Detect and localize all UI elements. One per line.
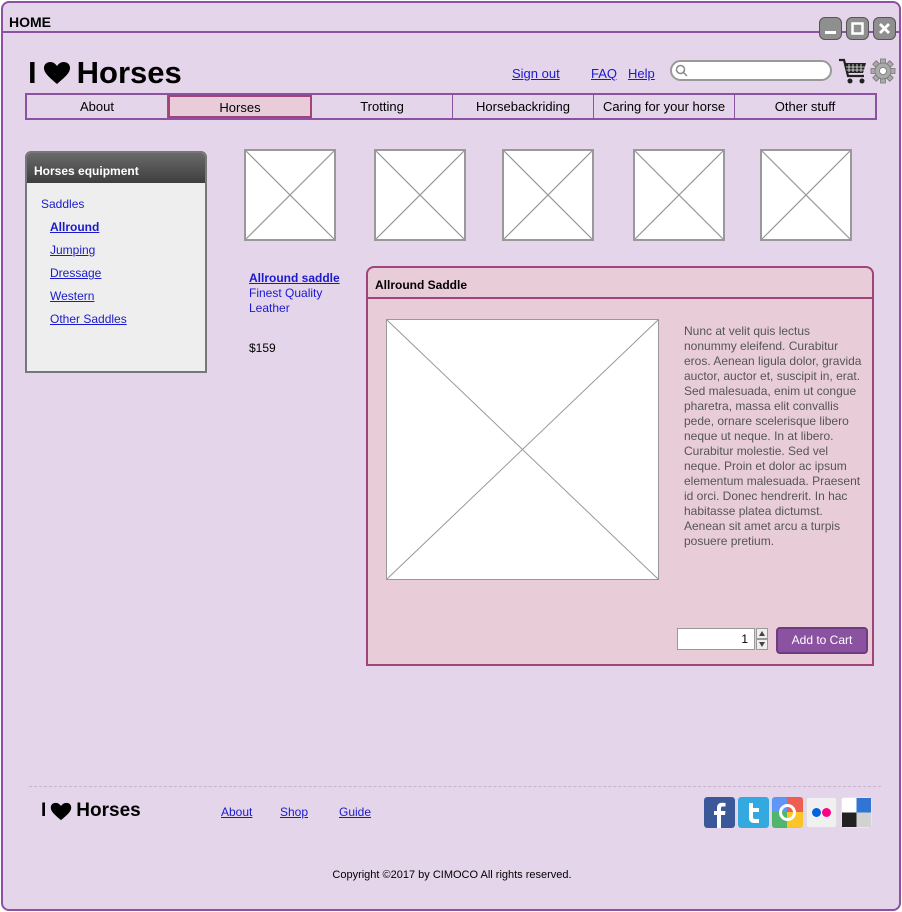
- help-link[interactable]: Help: [628, 66, 655, 81]
- product-quality: Finest Quality: [249, 286, 323, 300]
- nav-horses[interactable]: Horses: [168, 95, 312, 118]
- faq-link[interactable]: FAQ: [591, 66, 617, 81]
- quantity-input[interactable]: 1: [677, 628, 755, 650]
- product-thumbnail[interactable]: [244, 149, 336, 241]
- product-description: Nunc at velit quis lectus nonummy eleife…: [684, 324, 862, 548]
- app-window: HOME I Horses Sign out FAQ Help About Ho…: [1, 1, 901, 911]
- facebook-icon[interactable]: [704, 797, 735, 828]
- gear-icon[interactable]: [870, 58, 896, 84]
- twitter-icon[interactable]: [738, 797, 769, 828]
- sidebar-item-allround[interactable]: Allround: [41, 220, 205, 243]
- title-bar: HOME: [3, 3, 899, 33]
- search-input[interactable]: [670, 60, 832, 81]
- sidebar-item-jumping[interactable]: Jumping: [41, 243, 205, 266]
- cart-icon[interactable]: [838, 57, 868, 85]
- image-placeholder-icon: [635, 151, 723, 239]
- sidebar-category-saddles[interactable]: Saddles: [41, 197, 205, 220]
- nav-other-stuff[interactable]: Other stuff: [735, 95, 875, 118]
- nav-about[interactable]: About: [27, 95, 168, 118]
- nav-caring[interactable]: Caring for your horse: [594, 95, 735, 118]
- logo-text-horses: Horses: [76, 55, 182, 90]
- footer-logo[interactable]: I Horses: [41, 800, 141, 822]
- site-logo[interactable]: I Horses: [28, 55, 182, 91]
- footer-logo-text-i: I: [41, 800, 47, 821]
- sidebar-item-western[interactable]: Western: [41, 289, 205, 312]
- nav-trotting[interactable]: Trotting: [312, 95, 453, 118]
- footer-divider: [29, 786, 881, 787]
- footer-about-link[interactable]: About: [221, 805, 252, 819]
- footer-logo-text-horses: Horses: [76, 800, 141, 821]
- maximize-icon: [851, 22, 864, 35]
- image-placeholder-icon: [246, 151, 334, 239]
- product-material: Leather: [249, 301, 290, 315]
- footer-shop-link[interactable]: Shop: [280, 805, 308, 819]
- image-placeholder-icon: [504, 151, 592, 239]
- sidebar-title: Horses equipment: [27, 153, 205, 183]
- sidebar-item-other-saddles[interactable]: Other Saddles: [41, 312, 205, 335]
- delicious-icon[interactable]: [841, 797, 872, 828]
- window-title: HOME: [9, 14, 51, 30]
- flickr-icon[interactable]: [806, 797, 837, 828]
- footer-guide-link[interactable]: Guide: [339, 805, 371, 819]
- product-info: Allround saddle Finest Quality Leather $…: [249, 271, 340, 356]
- product-thumbnail[interactable]: [502, 149, 594, 241]
- heart-icon: [51, 802, 72, 820]
- heart-icon: [43, 62, 70, 84]
- google-icon[interactable]: [772, 797, 803, 828]
- minimize-icon: [825, 31, 836, 34]
- minimize-button[interactable]: [819, 17, 842, 40]
- sidebar: Horses equipment Saddles Allround Jumpin…: [25, 151, 207, 373]
- product-image: [386, 319, 659, 580]
- add-to-cart-button[interactable]: Add to Cart: [776, 627, 868, 654]
- sidebar-list: Saddles Allround Jumping Dressage Wester…: [27, 183, 205, 335]
- sidebar-item-dressage[interactable]: Dressage: [41, 266, 205, 289]
- copyright-text: Copyright ©2017 by CIMOCO All rights res…: [332, 869, 572, 881]
- product-name-link[interactable]: Allround saddle: [249, 271, 340, 286]
- product-thumbnail[interactable]: [374, 149, 466, 241]
- maximize-button[interactable]: [846, 17, 869, 40]
- product-thumbnail[interactable]: [633, 149, 725, 241]
- close-icon: [879, 23, 890, 34]
- window-controls: [819, 17, 896, 40]
- search-icon: [675, 64, 688, 77]
- quantity-stepper[interactable]: [756, 628, 768, 650]
- image-placeholder-icon: [376, 151, 464, 239]
- image-placeholder-icon: [762, 151, 850, 239]
- nav-horsebackriding[interactable]: Horsebackriding: [453, 95, 594, 118]
- main-nav: About Horses Trotting Horsebackriding Ca…: [25, 93, 877, 120]
- product-thumbnail[interactable]: [760, 149, 852, 241]
- product-price: $159: [249, 341, 276, 355]
- close-button[interactable]: [873, 17, 896, 40]
- image-placeholder-icon: [387, 320, 658, 579]
- sign-out-link[interactable]: Sign out: [512, 66, 560, 81]
- logo-text-i: I: [28, 55, 37, 90]
- detail-title: Allround Saddle: [368, 268, 872, 299]
- product-detail-panel: Allround Saddle Nunc at velit quis lectu…: [366, 266, 874, 666]
